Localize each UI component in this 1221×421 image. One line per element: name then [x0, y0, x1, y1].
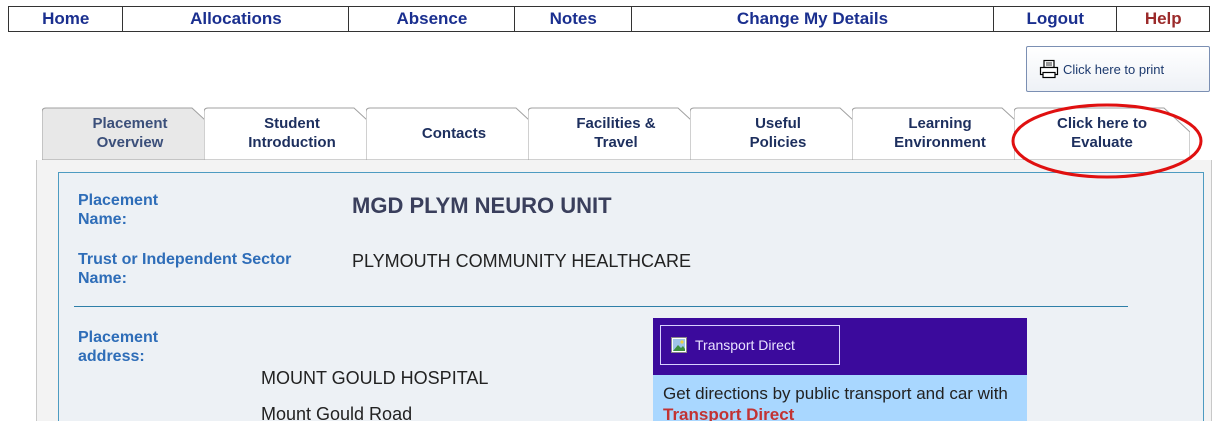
nav-allocations[interactable]: Allocations: [123, 7, 350, 31]
address-line-1: MOUNT GOULD HOSPITAL: [261, 368, 489, 388]
top-navigation: Home Allocations Absence Notes Change My…: [8, 6, 1210, 32]
tab-contacts[interactable]: Contacts: [366, 106, 542, 160]
tab-useful-policies[interactable]: Useful Policies: [690, 106, 866, 160]
tab-label: Click here to: [1056, 115, 1148, 132]
tab-label: Environment: [894, 134, 986, 151]
nav-home[interactable]: Home: [9, 7, 124, 31]
label-line: Name:: [78, 211, 127, 228]
label-line: Trust or Independent Sector: [78, 251, 292, 268]
printer-icon: [1039, 59, 1059, 79]
section-divider: [74, 306, 1128, 307]
transport-direct-body: Get directions by public transport and c…: [653, 375, 1027, 421]
print-label: Click here to print: [1063, 61, 1165, 77]
tab-label: Placement: [92, 115, 168, 132]
placement-address-label: Placement address:: [78, 328, 158, 366]
tab-label: Useful: [755, 115, 801, 132]
placement-name-value: MGD PLYM NEURO UNIT: [352, 193, 612, 218]
tab-placement-overview[interactable]: Placement Overview: [42, 106, 218, 160]
transport-direct-link[interactable]: Transport Direct: [663, 405, 794, 421]
tab-facilities-travel[interactable]: Facilities & Travel: [528, 106, 704, 160]
label-line: Name:: [78, 270, 127, 287]
trust-name-value: PLYMOUTH COMMUNITY HEALTHCARE: [352, 251, 692, 271]
trust-name-label: Trust or Independent Sector Name:: [78, 250, 291, 288]
label-line: address:: [78, 348, 145, 365]
tab-label: Overview: [96, 134, 164, 151]
address-line-2: Mount Gould Road: [261, 404, 413, 421]
tab-label: Evaluate: [1071, 134, 1133, 151]
tab-label: Facilities &: [576, 115, 656, 132]
tab-label: Student: [264, 115, 320, 132]
tab-student-introduction[interactable]: Student Introduction: [204, 106, 380, 160]
placement-name-label: Placement Name:: [78, 191, 158, 229]
label-line: Placement: [78, 329, 159, 346]
nav-absence[interactable]: Absence: [349, 7, 516, 31]
transport-direct-button[interactable]: Transport Direct: [660, 325, 840, 365]
nav-notes[interactable]: Notes: [515, 7, 632, 31]
tab-label: Contacts: [421, 124, 487, 142]
page: Home Allocations Absence Notes Change My…: [0, 0, 1221, 421]
tab-learning-environment[interactable]: Learning Environment: [852, 106, 1028, 160]
transport-body-text: Get directions by public transport and c…: [663, 384, 1008, 403]
nav-change-my-details[interactable]: Change My Details: [632, 7, 995, 31]
nav-help[interactable]: Help: [1117, 7, 1209, 31]
tab-label: Introduction: [248, 134, 336, 151]
label-line: Placement: [78, 192, 159, 209]
transport-direct-widget: Transport Direct Get directions by publi…: [653, 318, 1027, 421]
image-placeholder-icon: [671, 337, 687, 353]
tab-label: Policies: [749, 134, 807, 151]
content-panel: [58, 172, 1204, 421]
nav-logout[interactable]: Logout: [994, 7, 1118, 31]
transport-direct-label: Transport Direct: [695, 337, 795, 353]
tab-label: Learning: [908, 115, 972, 132]
tab-label: Travel: [594, 134, 638, 151]
print-button[interactable]: Click here to print: [1026, 46, 1210, 92]
transport-direct-header: Transport Direct: [653, 318, 1027, 375]
